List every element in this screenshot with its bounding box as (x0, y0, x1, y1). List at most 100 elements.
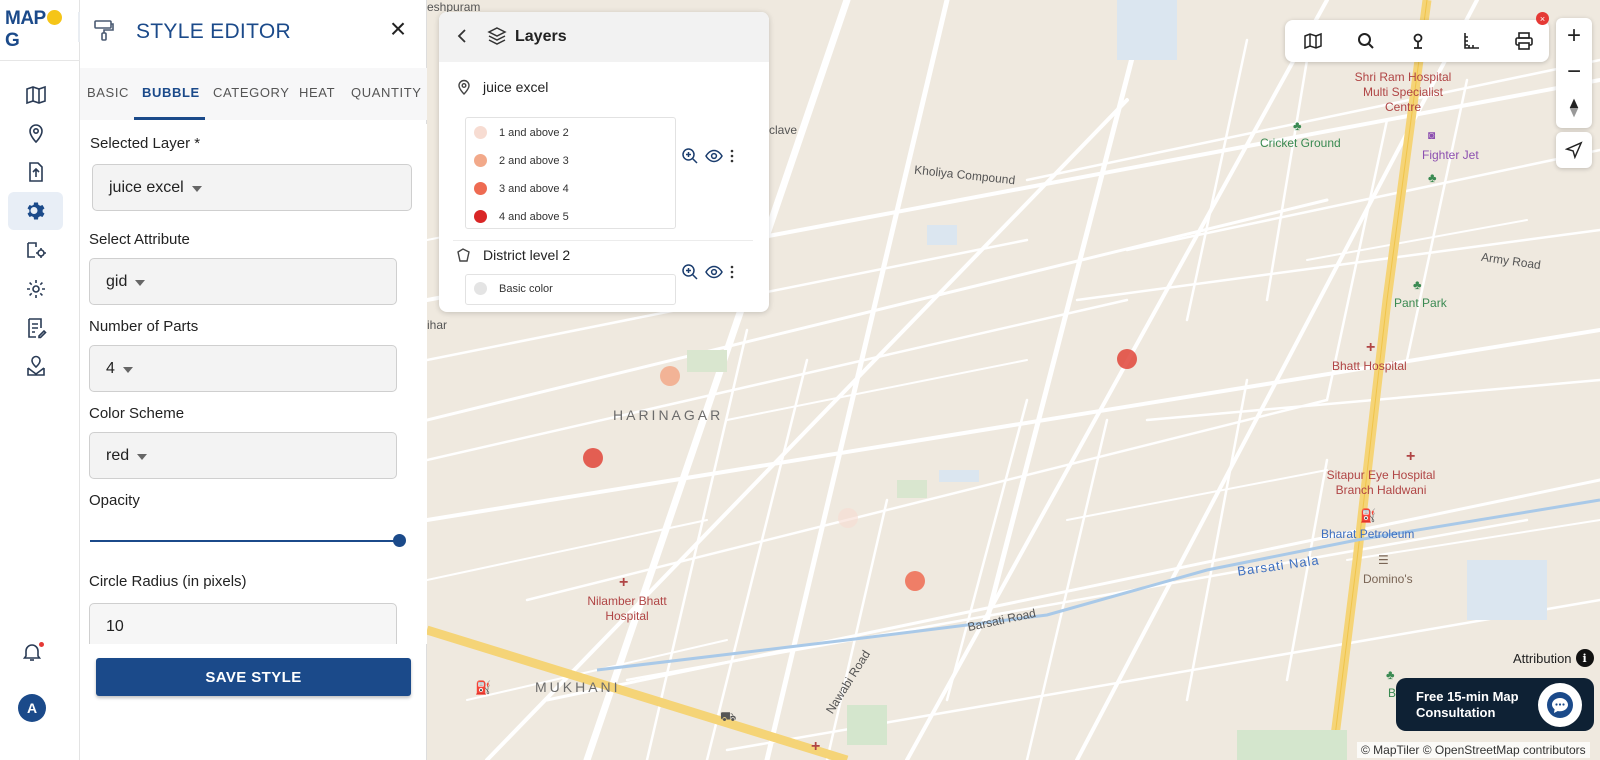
tab-heat[interactable]: HEAT (299, 85, 335, 100)
save-style-button[interactable]: SAVE STYLE (96, 658, 411, 696)
consultation-banner[interactable]: Free 15-min Map Consultation (1396, 678, 1594, 731)
map-label-dominos: Domino's (1363, 572, 1413, 586)
close-toolbar-icon[interactable]: × (1536, 12, 1549, 25)
map-label-bhatt-hospital: Bhatt Hospital (1332, 359, 1407, 373)
shopping-cart-icon: ⛟ (720, 709, 737, 724)
legend-label: 4 and above 5 (499, 210, 569, 223)
opacity-label: Opacity (89, 492, 140, 509)
color-scheme-label: Color Scheme (89, 405, 185, 422)
map-copyright: © MapTiler © OpenStreetMap contributors (1357, 742, 1590, 758)
layer-legend: Basic color (465, 274, 676, 305)
color-scheme-select[interactable]: red (89, 432, 397, 479)
tree-icon: ♣ (1386, 667, 1395, 682)
report-edit-icon[interactable] (8, 309, 63, 347)
layer-name[interactable]: juice excel (483, 79, 548, 95)
consultation-text: Free 15-min Map Consultation (1416, 689, 1519, 720)
place-marker-icon[interactable] (1408, 31, 1428, 51)
style-gear-icon[interactable] (8, 192, 63, 230)
layer-row-juice-excel: juice excel 1 and above 2 2 and above 3 … (439, 74, 769, 234)
info-icon: i (1575, 649, 1594, 667)
layer-name[interactable]: District level 2 (483, 247, 570, 263)
legend-label: 2 and above 3 (499, 154, 569, 167)
chat-icon[interactable] (1538, 683, 1582, 727)
opacity-slider-track[interactable] (90, 540, 400, 542)
zoom-in-button[interactable]: + (1556, 18, 1592, 54)
basemap-icon[interactable] (1303, 31, 1323, 51)
chevron-down-icon (137, 453, 148, 460)
notification-dot (39, 642, 44, 647)
bubble-marker[interactable] (1117, 349, 1137, 369)
polygon-icon (455, 246, 473, 264)
geolocate-icon[interactable] (1556, 132, 1592, 168)
attribution-toggle[interactable]: Attribution i (1513, 649, 1594, 667)
tab-basic[interactable]: BASIC (87, 85, 129, 100)
location-pin-icon (455, 78, 473, 96)
layer-row-district-level-2: District level 2 Basic color (439, 234, 769, 312)
map-label-cricket-ground: Cricket Ground (1260, 136, 1341, 150)
map-icon[interactable] (8, 76, 63, 114)
legend-label: 3 and above 4 (499, 182, 569, 195)
print-icon[interactable] (1514, 31, 1534, 51)
map-share-icon[interactable] (8, 348, 63, 386)
upload-file-icon[interactable] (8, 153, 63, 191)
map-label-vihar: ihar (427, 318, 448, 332)
map-label-sitapur-eye-hospital: Sitapur Eye Hospital Branch Haldwani (1326, 468, 1436, 497)
more-vertical-icon[interactable] (729, 263, 735, 281)
opacity-slider-handle[interactable] (393, 534, 406, 547)
legend-swatch (474, 154, 487, 167)
fuel-station-icon: ⛽ (475, 680, 492, 695)
legend-label: Basic color (499, 282, 553, 295)
close-icon[interactable]: × (386, 15, 410, 43)
zoom-out-button[interactable]: − (1556, 54, 1592, 90)
layers-icon (487, 26, 507, 46)
bubble-style-form: Selected Layer * juice excel Select Attr… (80, 124, 427, 644)
layer-legend: 1 and above 2 2 and above 3 3 and above … (465, 117, 676, 229)
camera-icon: ◙ (1428, 128, 1436, 142)
compass-icon[interactable] (1556, 90, 1592, 126)
map-toolbar (1285, 20, 1549, 62)
left-rail: MAPG A (0, 0, 80, 760)
zoom-controls: + − (1556, 18, 1592, 128)
map-label-mukhani: MUKHANI (535, 679, 621, 695)
radius-input[interactable]: 10 (89, 603, 397, 644)
map-label-clave: clave (769, 123, 798, 137)
zoom-to-layer-icon[interactable] (681, 263, 699, 281)
map-label-bharat-petroleum: Bharat Petroleum (1321, 527, 1415, 541)
location-pin-icon[interactable] (8, 114, 63, 152)
bubble-marker[interactable] (583, 448, 603, 468)
tab-bubble[interactable]: BUBBLE (142, 85, 200, 100)
settings-icon[interactable] (8, 270, 63, 308)
hospital-icon: + (619, 574, 629, 591)
attribute-select[interactable]: gid (89, 258, 397, 305)
legend-label: 1 and above 2 (499, 126, 569, 139)
map-label-nilamber-bhatt-hospital: Nilamber Bhatt Hospital (587, 594, 667, 623)
tab-quantity[interactable]: QUANTITY (351, 85, 422, 100)
hospital-icon: + (811, 738, 821, 755)
layer-actions (681, 262, 751, 282)
more-vertical-icon[interactable] (729, 147, 735, 165)
bubble-marker[interactable] (660, 366, 680, 386)
legend-item: 1 and above 2 (474, 126, 569, 139)
eye-icon[interactable] (705, 263, 723, 281)
selected-layer-label: Selected Layer * (90, 135, 201, 152)
legend-item: Basic color (474, 282, 553, 295)
avatar[interactable]: A (18, 694, 46, 722)
chevron-left-icon[interactable] (453, 26, 473, 46)
tab-category[interactable]: CATEGORY (213, 85, 290, 100)
legend-item: 4 and above 5 (474, 210, 569, 223)
zoom-to-layer-icon[interactable] (681, 147, 699, 165)
map-settings-icon[interactable] (8, 231, 63, 269)
eye-icon[interactable] (705, 147, 723, 165)
selected-layer-select[interactable]: juice excel (92, 164, 412, 211)
rail-divider (0, 60, 80, 61)
app-logo[interactable]: MAPG (5, 8, 75, 51)
parts-label: Number of Parts (89, 318, 199, 335)
radius-label: Circle Radius (in pixels) (89, 573, 247, 590)
search-icon[interactable] (1356, 31, 1376, 51)
parts-select[interactable]: 4 (89, 345, 397, 392)
bubble-marker[interactable] (905, 571, 925, 591)
map-label-shri-ram-hospital: Shri Ram Hospital Multi Specialist Centr… (1354, 70, 1452, 114)
bubble-marker[interactable] (838, 508, 858, 528)
measure-icon[interactable] (1461, 31, 1481, 51)
hospital-icon: + (1406, 448, 1416, 465)
